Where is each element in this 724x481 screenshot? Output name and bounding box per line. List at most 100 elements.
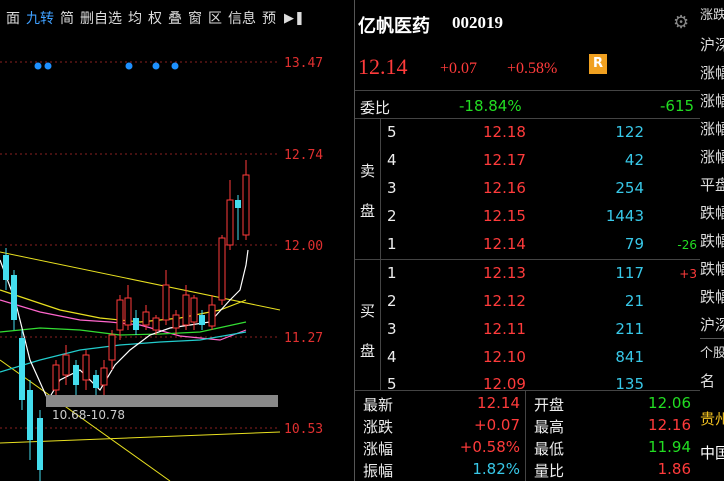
candles bbox=[3, 160, 250, 481]
candle-body bbox=[199, 315, 205, 325]
stat-row: 涨幅 +0.58% 最低 11.94 bbox=[355, 438, 700, 459]
toolbar-item-simple[interactable]: 简 bbox=[60, 8, 74, 28]
stat-value: +0.07 bbox=[474, 416, 520, 434]
candle-body bbox=[172, 314, 180, 329]
order-row-buy-2[interactable]: 2 12.12 21 bbox=[355, 292, 700, 313]
ranking-item[interactable]: 跌幅 bbox=[700, 230, 724, 251]
candle-body bbox=[235, 200, 241, 208]
stock-code: 002019 bbox=[452, 13, 503, 32]
stat-row: 最新 12.14 开盘 12.06 bbox=[355, 394, 700, 415]
price-label: 13.47 bbox=[284, 56, 323, 71]
order-row-sell-1[interactable]: 1 12.14 79 -26 bbox=[355, 235, 700, 256]
ranking-item[interactable]: 跌幅 bbox=[700, 258, 724, 279]
candle-body bbox=[62, 354, 70, 376]
ranking-item[interactable]: 涨幅 bbox=[700, 90, 724, 111]
toolbar-item-info[interactable]: 信息 bbox=[228, 8, 256, 28]
candle-body bbox=[82, 354, 90, 381]
candle-body bbox=[73, 365, 79, 385]
candle-body bbox=[52, 364, 60, 391]
price: 12.18 bbox=[483, 123, 526, 141]
signal-dots bbox=[34, 62, 179, 70]
stat-label: 量比 bbox=[534, 462, 565, 480]
stock-name: 亿帆医药 bbox=[358, 16, 430, 37]
stat-label: 最高 bbox=[534, 418, 565, 436]
toolbar-item-overlay[interactable]: 叠 bbox=[168, 8, 182, 28]
candle-body bbox=[116, 299, 124, 331]
committee-diff: -615 bbox=[660, 97, 695, 115]
price: 12.16 bbox=[483, 179, 526, 197]
order-row-sell-2[interactable]: 2 12.15 1443 bbox=[355, 207, 700, 228]
ranking-item[interactable]: 平盘 bbox=[700, 174, 724, 195]
ranking-item[interactable]: 涨幅 bbox=[700, 118, 724, 139]
ma-cyan bbox=[0, 331, 247, 373]
signal-dot bbox=[125, 62, 133, 70]
candle-body bbox=[242, 174, 250, 236]
level: 1 bbox=[387, 264, 397, 282]
toolbar-item-window[interactable]: 窗 bbox=[188, 8, 202, 28]
candle-body bbox=[27, 390, 33, 440]
ranking-item[interactable]: 涨幅 bbox=[700, 146, 724, 167]
order-row-buy-3[interactable]: 3 12.11 211 bbox=[355, 320, 700, 341]
price: 12.13 bbox=[483, 264, 526, 282]
order-row-sell-4[interactable]: 4 12.17 42 bbox=[355, 151, 700, 172]
volume: 122 bbox=[615, 123, 644, 141]
delta: +3 bbox=[679, 267, 697, 281]
toolbar-item-range[interactable]: 区 bbox=[208, 8, 222, 28]
ranking-item[interactable]: 涨跌 bbox=[700, 4, 724, 23]
price: 12.12 bbox=[483, 292, 526, 310]
current-price: 12.14 bbox=[358, 54, 408, 79]
stat-value: +0.58% bbox=[459, 438, 520, 456]
ranking-item[interactable]: 中国 bbox=[700, 442, 724, 463]
gear-icon[interactable]: ⚙ bbox=[673, 12, 689, 33]
range-label: 10.68-10.78 bbox=[52, 408, 125, 422]
volume: 135 bbox=[615, 375, 644, 389]
ranking-item[interactable]: 涨幅 bbox=[700, 62, 724, 83]
order-row-sell-5[interactable]: 5 12.18 122 bbox=[355, 123, 700, 144]
ranking-item[interactable]: 跌幅 bbox=[700, 286, 724, 307]
toolbar-item-forecast[interactable]: 预 bbox=[262, 8, 276, 28]
order-row-buy-5[interactable]: 5 12.09 135 bbox=[355, 375, 700, 389]
signal-dot bbox=[152, 62, 160, 70]
price: 12.09 bbox=[483, 375, 526, 389]
price-label: 10.53 bbox=[284, 422, 323, 437]
price-label: 12.00 bbox=[284, 239, 323, 254]
toolbar-item-average[interactable]: 均 bbox=[128, 8, 142, 28]
order-row-sell-3[interactable]: 3 12.16 254 bbox=[355, 179, 700, 200]
candle-body bbox=[182, 294, 190, 326]
ranking-item[interactable]: 沪深 bbox=[700, 34, 724, 55]
ranking-header: 个股 bbox=[700, 346, 724, 361]
volume: 117 bbox=[615, 264, 644, 282]
quote-panel: 亿帆医药 002019 ⚙ 12.14 +0.07 +0.58% R 委比 -1… bbox=[355, 0, 700, 481]
ranking-item[interactable]: 贵州 bbox=[700, 408, 724, 429]
price-change-pct: +0.58% bbox=[507, 60, 558, 77]
price: 12.10 bbox=[483, 348, 526, 366]
candle-body bbox=[3, 255, 9, 280]
order-row-buy-4[interactable]: 4 12.10 841 bbox=[355, 348, 700, 369]
toolbar-item-rights[interactable]: 权 bbox=[148, 8, 162, 28]
grid-lines bbox=[0, 61, 280, 429]
level: 3 bbox=[387, 320, 397, 338]
toolbar-item-jiuzhuan[interactable]: 九转 bbox=[26, 8, 54, 28]
toolbar-item-face[interactable]: 面 bbox=[6, 8, 20, 28]
level: 2 bbox=[387, 207, 397, 225]
play-pause-icon[interactable]: ▶❚ bbox=[284, 11, 305, 26]
signal-dot bbox=[34, 62, 42, 70]
stat-label: 最新 bbox=[363, 396, 394, 414]
kline-chart-pane[interactable]: 10.68-10.78 13.47 12.74 12.00 11.27 10.5… bbox=[0, 0, 354, 481]
level: 1 bbox=[387, 235, 397, 253]
stat-row: 涨跌 +0.07 最高 12.16 bbox=[355, 416, 700, 437]
order-row-buy-1[interactable]: 1 12.13 117 +3 bbox=[355, 264, 700, 285]
divider bbox=[355, 118, 700, 119]
level: 2 bbox=[387, 292, 397, 310]
stat-value: 11.94 bbox=[648, 438, 691, 456]
volume: 841 bbox=[615, 348, 644, 366]
kline-chart[interactable]: 10.68-10.78 13.47 12.74 12.00 11.27 10.5… bbox=[0, 0, 354, 481]
ranking-item[interactable]: 沪深 bbox=[700, 314, 724, 335]
stat-row: 振幅 1.82% 量比 1.86 bbox=[355, 460, 700, 481]
candle-body bbox=[19, 338, 25, 400]
toolbar-item-remove-watchlist[interactable]: 删自选 bbox=[80, 8, 122, 28]
ranking-item[interactable]: 跌幅 bbox=[700, 202, 724, 223]
r-badge[interactable]: R bbox=[589, 54, 607, 74]
divider bbox=[355, 90, 700, 91]
candle-body bbox=[152, 317, 160, 331]
